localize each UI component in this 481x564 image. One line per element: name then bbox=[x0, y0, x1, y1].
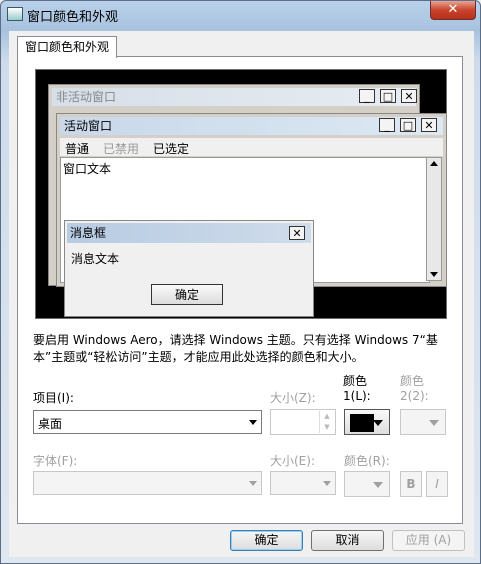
color1-label: 颜色 bbox=[343, 374, 368, 388]
item-select[interactable]: 桌面 bbox=[33, 410, 262, 434]
font-color-label: 颜色(R): bbox=[344, 454, 390, 468]
size-label: 大小(Z): bbox=[270, 391, 316, 405]
client-area: 窗口颜色和外观 非活动窗口 _ □ ✕ 活动窗口 _ □ ✕ 普通 已禁用 已选… bbox=[9, 31, 474, 557]
spinner-arrows: ▲ ▼ bbox=[319, 411, 334, 433]
message-box-title: 消息框 bbox=[67, 223, 311, 243]
menu-selected: 已选定 bbox=[153, 142, 190, 156]
color1-label-sub: 1(L): bbox=[343, 389, 371, 403]
maximize-icon: □ bbox=[380, 89, 396, 103]
menu-normal: 普通 bbox=[65, 142, 90, 156]
close-button[interactable]: ✕ bbox=[430, 1, 476, 20]
item-select-value: 桌面 bbox=[38, 417, 63, 431]
scroll-up-icon bbox=[430, 161, 438, 166]
message-text: 消息文本 bbox=[71, 252, 120, 266]
minimize-icon: _ bbox=[359, 89, 375, 103]
aero-info-text: 要启用 Windows Aero，请选择 Windows 主题。只有选择 Win… bbox=[33, 333, 438, 364]
tab-window-color[interactable]: 窗口颜色和外观 bbox=[17, 36, 118, 58]
font-size-label: 大小(E): bbox=[270, 454, 315, 468]
menu-disabled: 已禁用 bbox=[103, 142, 140, 156]
preview-scrollbar bbox=[426, 157, 442, 281]
color2-label: 颜色 bbox=[400, 374, 425, 388]
title-bar[interactable]: 窗口颜色和外观 ✕ bbox=[1, 1, 481, 27]
appearance-preview[interactable]: 非活动窗口 _ □ ✕ 活动窗口 _ □ ✕ 普通 已禁用 已选定 窗口文本 消… bbox=[35, 69, 447, 319]
italic-button[interactable]: I bbox=[426, 471, 448, 497]
preview-menubar: 普通 已禁用 已选定 bbox=[60, 138, 443, 156]
message-ok-button: 确定 bbox=[151, 284, 223, 305]
window-text: 窗口文本 bbox=[63, 162, 112, 176]
dialog-window: 窗口颜色和外观 ✕ 窗口颜色和外观 非活动窗口 _ □ ✕ 活动窗口 _ □ ✕ bbox=[0, 0, 481, 564]
color1-swatch bbox=[350, 414, 374, 432]
font-size-select[interactable] bbox=[270, 471, 336, 495]
minimize-icon: _ bbox=[379, 118, 395, 132]
font-label: 字体(F): bbox=[33, 454, 78, 468]
close-icon: ✕ bbox=[401, 89, 417, 103]
up-icon: ▲ bbox=[324, 412, 330, 420]
chevron-down-icon bbox=[373, 420, 383, 426]
scroll-down-icon bbox=[430, 272, 438, 277]
tab-page: 非活动窗口 _ □ ✕ 活动窗口 _ □ ✕ 普通 已禁用 已选定 窗口文本 消… bbox=[17, 56, 463, 524]
item-label: 项目(I): bbox=[33, 391, 74, 405]
color1-picker[interactable] bbox=[344, 409, 390, 435]
close-icon: ✕ bbox=[289, 226, 305, 240]
size-spinner[interactable]: ▲ ▼ bbox=[270, 409, 336, 435]
apply-button[interactable]: 应用 (A) bbox=[392, 530, 465, 551]
ok-button[interactable]: 确定 bbox=[230, 530, 303, 551]
color2-picker[interactable] bbox=[400, 409, 446, 435]
cancel-button[interactable]: 取消 bbox=[311, 530, 384, 551]
chevron-down-icon bbox=[249, 481, 257, 486]
close-icon: ✕ bbox=[421, 118, 437, 132]
chevron-down-icon bbox=[323, 481, 331, 486]
bold-button[interactable]: B bbox=[400, 471, 422, 497]
window-title: 窗口颜色和外观 bbox=[27, 10, 119, 25]
down-icon: ▼ bbox=[324, 423, 330, 431]
color2-label-sub: 2(2): bbox=[400, 389, 429, 403]
message-box-preview: 消息框 ✕ 消息文本 确定 bbox=[64, 220, 314, 317]
chevron-down-icon bbox=[373, 482, 383, 488]
font-select[interactable] bbox=[33, 471, 262, 495]
window-icon bbox=[7, 7, 23, 21]
chevron-down-icon bbox=[429, 420, 439, 426]
maximize-icon: □ bbox=[400, 118, 416, 132]
font-color-picker[interactable] bbox=[344, 471, 390, 497]
chevron-down-icon bbox=[249, 420, 257, 425]
